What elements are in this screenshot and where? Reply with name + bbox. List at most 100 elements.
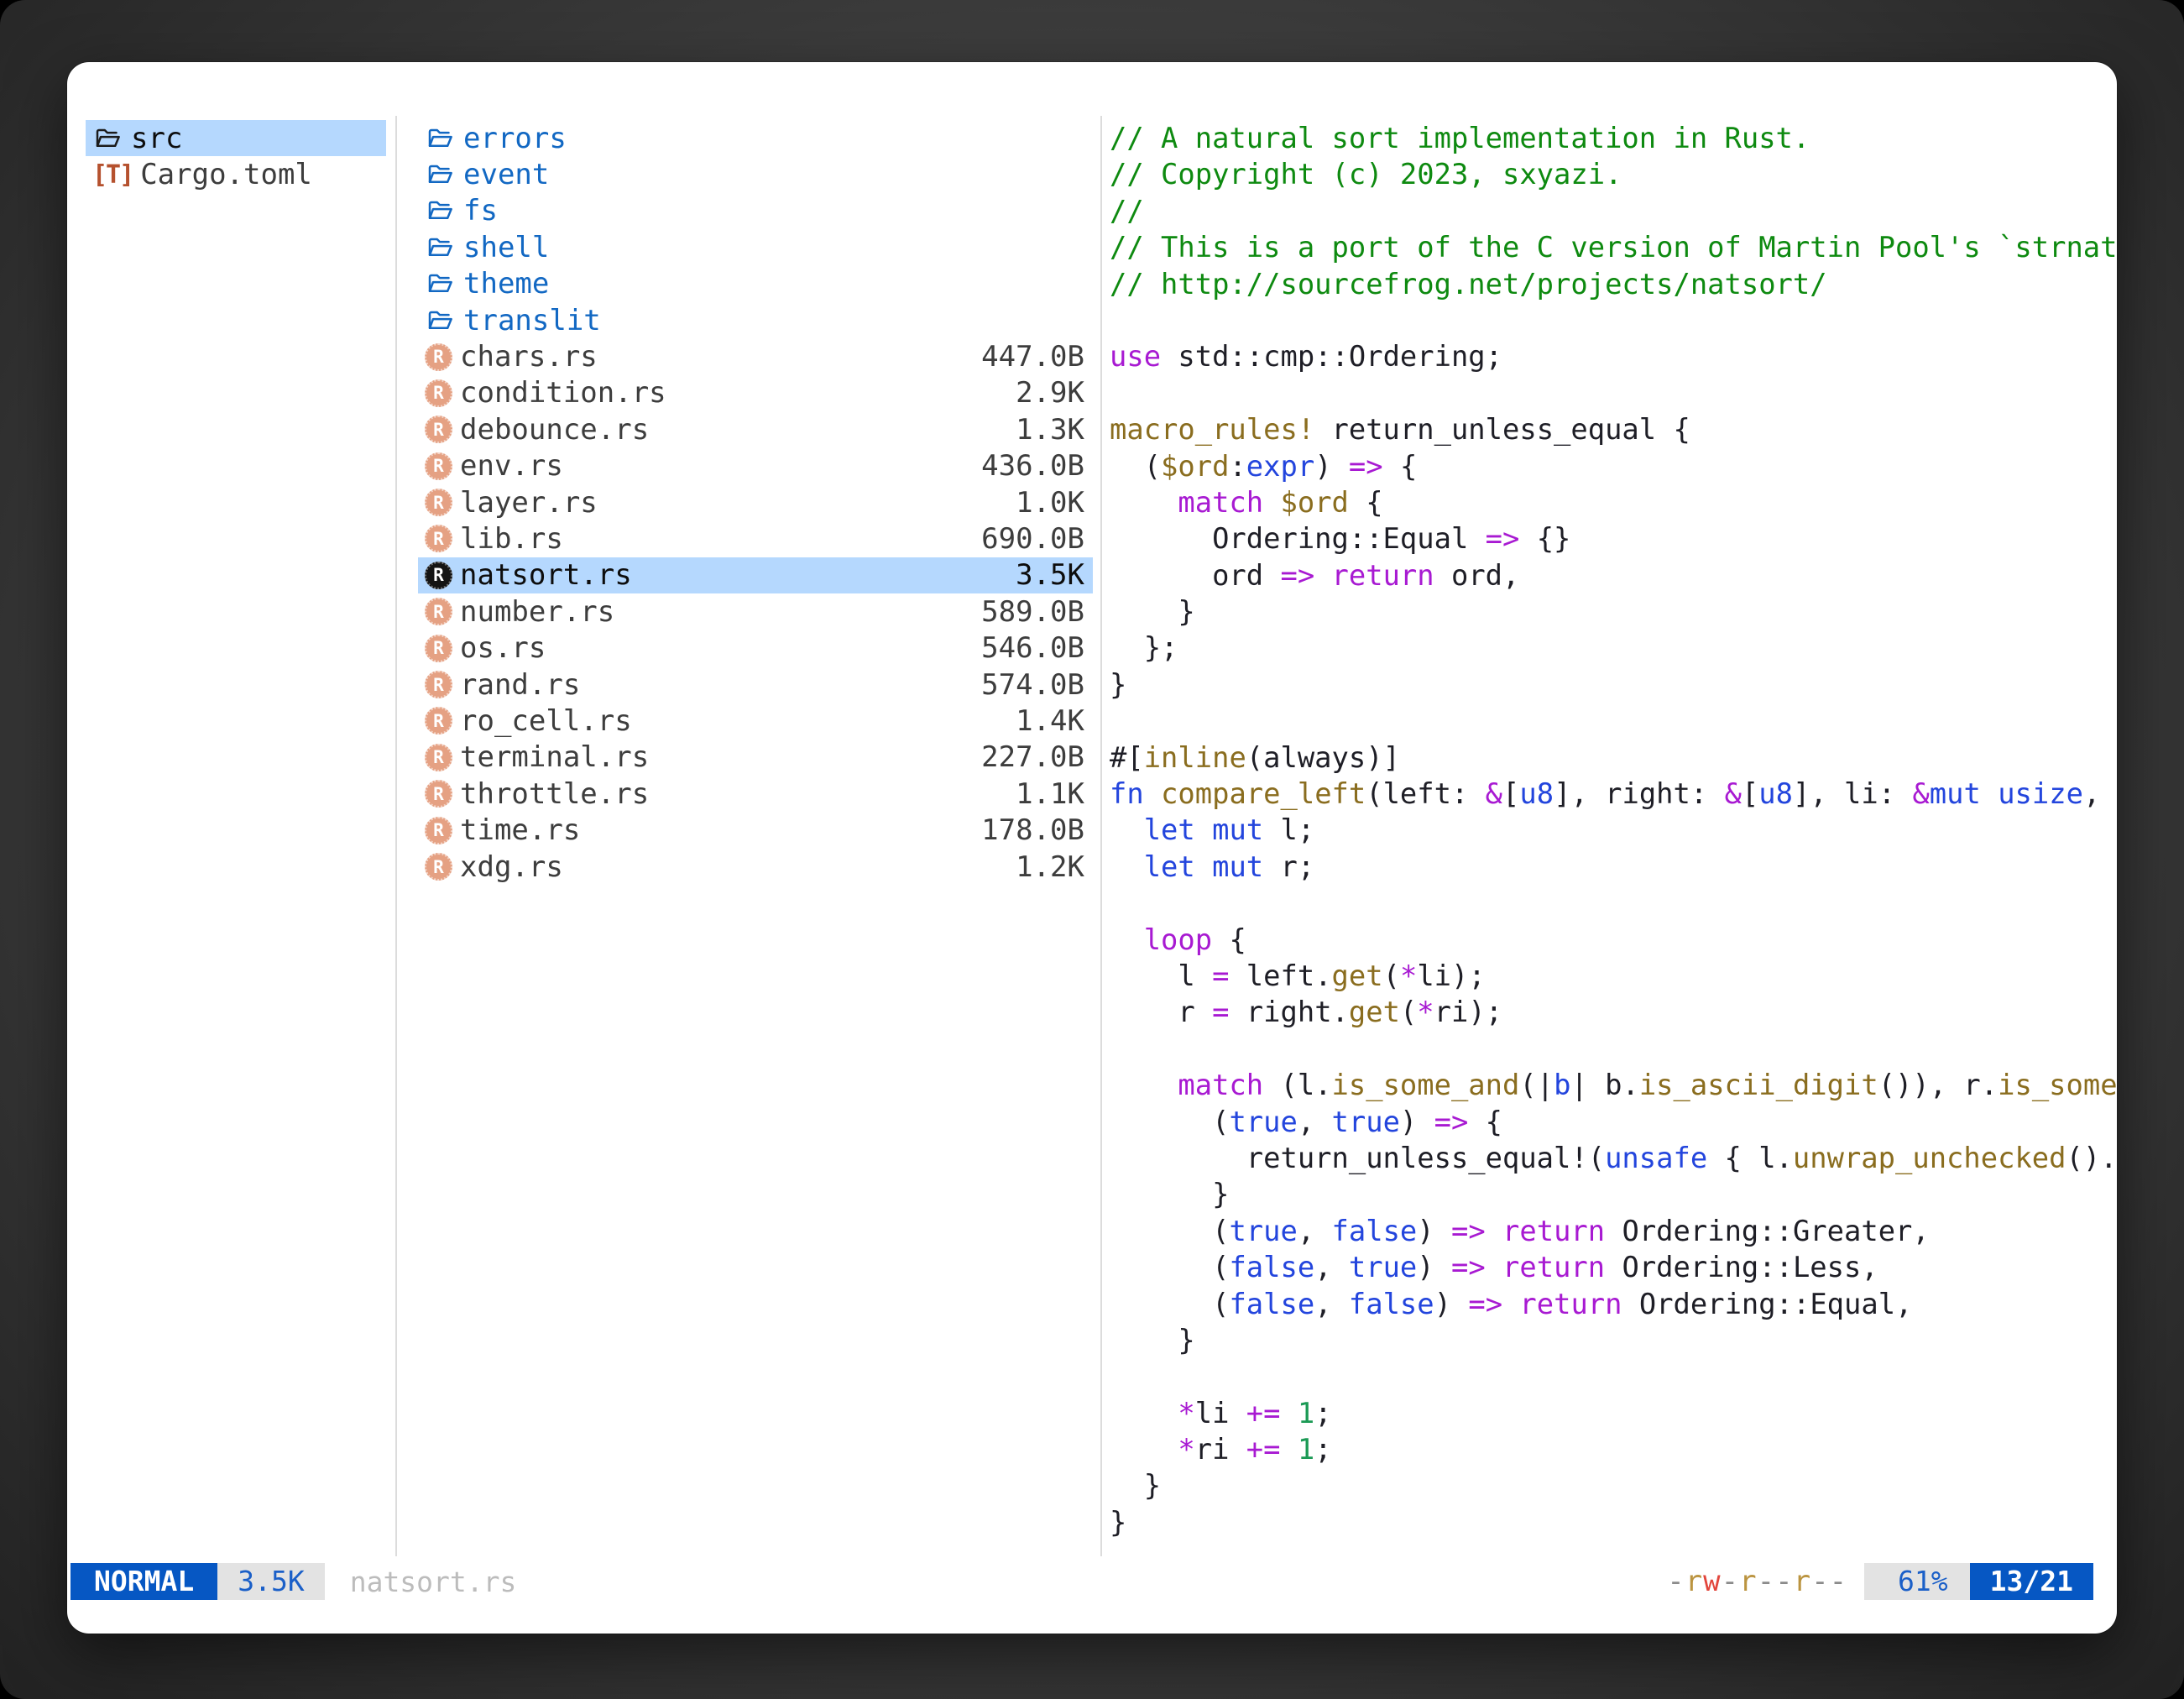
code-line <box>1110 302 2117 338</box>
file-row[interactable]: Rxdg.rs 1.2K <box>418 849 1093 885</box>
entry-name: layer.rs <box>460 486 598 520</box>
file-row[interactable]: Rterminal.rs 227.0B <box>418 740 1093 776</box>
file-row[interactable]: Rthrottle.rs1.1K <box>418 776 1093 812</box>
entry-size: 1.4K <box>1016 704 1084 738</box>
file-row[interactable]: Rcondition.rs2.9K <box>418 375 1093 411</box>
folder-open-icon <box>425 198 456 223</box>
file-row[interactable]: Rlayer.rs 1.0K <box>418 484 1093 520</box>
folder-open-icon <box>425 126 456 151</box>
file-row[interactable]: Rdebounce.rs 1.3K <box>418 411 1093 447</box>
code-line: let mut r; <box>1110 849 2117 885</box>
entry-size: 1.1K <box>1016 777 1084 811</box>
mode-indicator: NORMAL <box>71 1563 217 1600</box>
entry-name: chars.rs <box>460 340 598 374</box>
file-row[interactable]: Rnatsort.rs3.5K <box>418 557 1093 593</box>
entry-size: 1.3K <box>1016 413 1084 447</box>
code-line: // This is a port of the C version of Ma… <box>1110 229 2117 265</box>
entry-size: 436.0B <box>981 449 1084 483</box>
file-row[interactable]: Rlib.rs690.0B <box>418 520 1093 557</box>
rust-file-icon: R <box>425 671 452 698</box>
entry-name: src <box>131 122 182 155</box>
rust-file-icon: R <box>425 379 452 407</box>
code-line: Ordering::Equal => {} <box>1110 520 2117 557</box>
entry-name: time.rs <box>460 813 580 847</box>
code-line <box>1110 375 2117 411</box>
code-line: use std::cmp::Ordering; <box>1110 338 2117 374</box>
file-row[interactable]: Ros.rs 546.0B <box>418 630 1093 666</box>
file-row[interactable]: Rrand.rs574.0B <box>418 667 1093 703</box>
desktop-background: src[T]Cargo.toml errorseventfs shelltheme… <box>0 0 2184 1699</box>
entry-name: rand.rs <box>460 668 580 702</box>
directory-row[interactable]: src <box>86 120 386 156</box>
pane-divider-right <box>1100 116 1102 1556</box>
code-line: ord => return ord, <box>1110 557 2117 593</box>
rust-file-icon: R <box>425 343 452 371</box>
permissions-indicator: -rw-r--r-- <box>1667 1565 1847 1598</box>
file-row[interactable]: Rchars.rs 447.0B <box>418 338 1093 374</box>
entry-name: env.rs <box>460 449 563 483</box>
current-filename: natsort.rs <box>350 1566 517 1598</box>
file-size-indicator: 3.5K <box>217 1563 324 1600</box>
status-bar-right: -rw-r--r-- 61% 13/21 <box>1667 1563 2093 1600</box>
code-line: // A natural sort implementation in Rust… <box>1110 120 2117 156</box>
file-row[interactable]: Renv.rs436.0B <box>418 448 1093 484</box>
file-row[interactable]: Rtime.rs178.0B <box>418 812 1093 848</box>
rust-file-icon: R <box>425 744 452 771</box>
code-line: } <box>1110 593 2117 630</box>
yazi-file-manager-window: src[T]Cargo.toml errorseventfs shelltheme… <box>67 62 2117 1634</box>
code-line: }; <box>1110 630 2117 666</box>
rust-file-icon: R <box>425 562 452 589</box>
entry-name: xdg.rs <box>460 850 563 884</box>
code-line: (true, true) => { <box>1110 1104 2117 1140</box>
code-line: (false, true) => return Ordering::Less, <box>1110 1249 2117 1285</box>
rust-file-icon: R <box>425 780 452 808</box>
directory-row[interactable]: fs <box>418 193 1093 229</box>
code-line: } <box>1110 667 2117 703</box>
folder-open-icon <box>425 162 456 187</box>
entry-name: lib.rs <box>460 522 563 556</box>
file-row[interactable]: Rro_cell.rs1.4K <box>418 703 1093 739</box>
entry-name: shell <box>463 231 549 264</box>
code-line: } <box>1110 1176 2117 1212</box>
code-line: // <box>1110 193 2117 229</box>
preview-pane: // A natural sort implementation in Rust… <box>1110 120 2117 1555</box>
entry-size: 546.0B <box>981 631 1084 665</box>
directory-row[interactable]: event <box>418 156 1093 192</box>
rust-file-icon: R <box>425 853 452 881</box>
file-row[interactable]: [T]Cargo.toml <box>86 156 386 192</box>
code-line: ($ord:expr) => { <box>1110 448 2117 484</box>
entry-name: os.rs <box>460 631 546 665</box>
entry-name: event <box>463 158 549 191</box>
code-line: #[inline(always)] <box>1110 740 2117 776</box>
current-pane: errorseventfsshellthemetranslitRchars.rs… <box>418 120 1093 885</box>
entry-size: 1.2K <box>1016 850 1084 884</box>
rust-file-icon: R <box>425 817 452 844</box>
code-line: } <box>1110 1322 2117 1358</box>
entry-name: fs <box>463 194 498 227</box>
code-line <box>1110 1031 2117 1067</box>
rust-file-icon: R <box>425 598 452 625</box>
code-line: (true, false) => return Ordering::Greate… <box>1110 1213 2117 1249</box>
entry-size: 2.9K <box>1016 376 1084 410</box>
directory-row[interactable]: errors <box>418 120 1093 156</box>
rust-file-icon: R <box>425 489 452 516</box>
rust-file-icon: R <box>425 416 452 443</box>
directory-row[interactable]: theme <box>418 266 1093 302</box>
code-preview: // A natural sort implementation in Rust… <box>1110 120 2117 1540</box>
code-line: // Copyright (c) 2023, sxyazi. <box>1110 156 2117 192</box>
rust-file-icon: R <box>425 635 452 662</box>
status-bar-left: NORMAL 3.5K natsort.rs <box>71 1563 516 1600</box>
entry-size: 447.0B <box>981 340 1084 374</box>
directory-row[interactable]: translit <box>418 302 1093 338</box>
entry-size: 1.0K <box>1016 486 1084 520</box>
entry-name: debounce.rs <box>460 413 649 447</box>
folder-open-icon <box>425 308 456 333</box>
entry-name: terminal.rs <box>460 740 649 774</box>
code-line <box>1110 885 2117 921</box>
code-line: (false, false) => return Ordering::Equal… <box>1110 1286 2117 1322</box>
cursor-position-indicator: 13/21 <box>1970 1563 2093 1600</box>
code-line: loop { <box>1110 922 2117 958</box>
directory-row[interactable]: shell <box>418 229 1093 265</box>
file-row[interactable]: Rnumber.rs589.0B <box>418 593 1093 630</box>
entry-size: 227.0B <box>981 740 1084 774</box>
